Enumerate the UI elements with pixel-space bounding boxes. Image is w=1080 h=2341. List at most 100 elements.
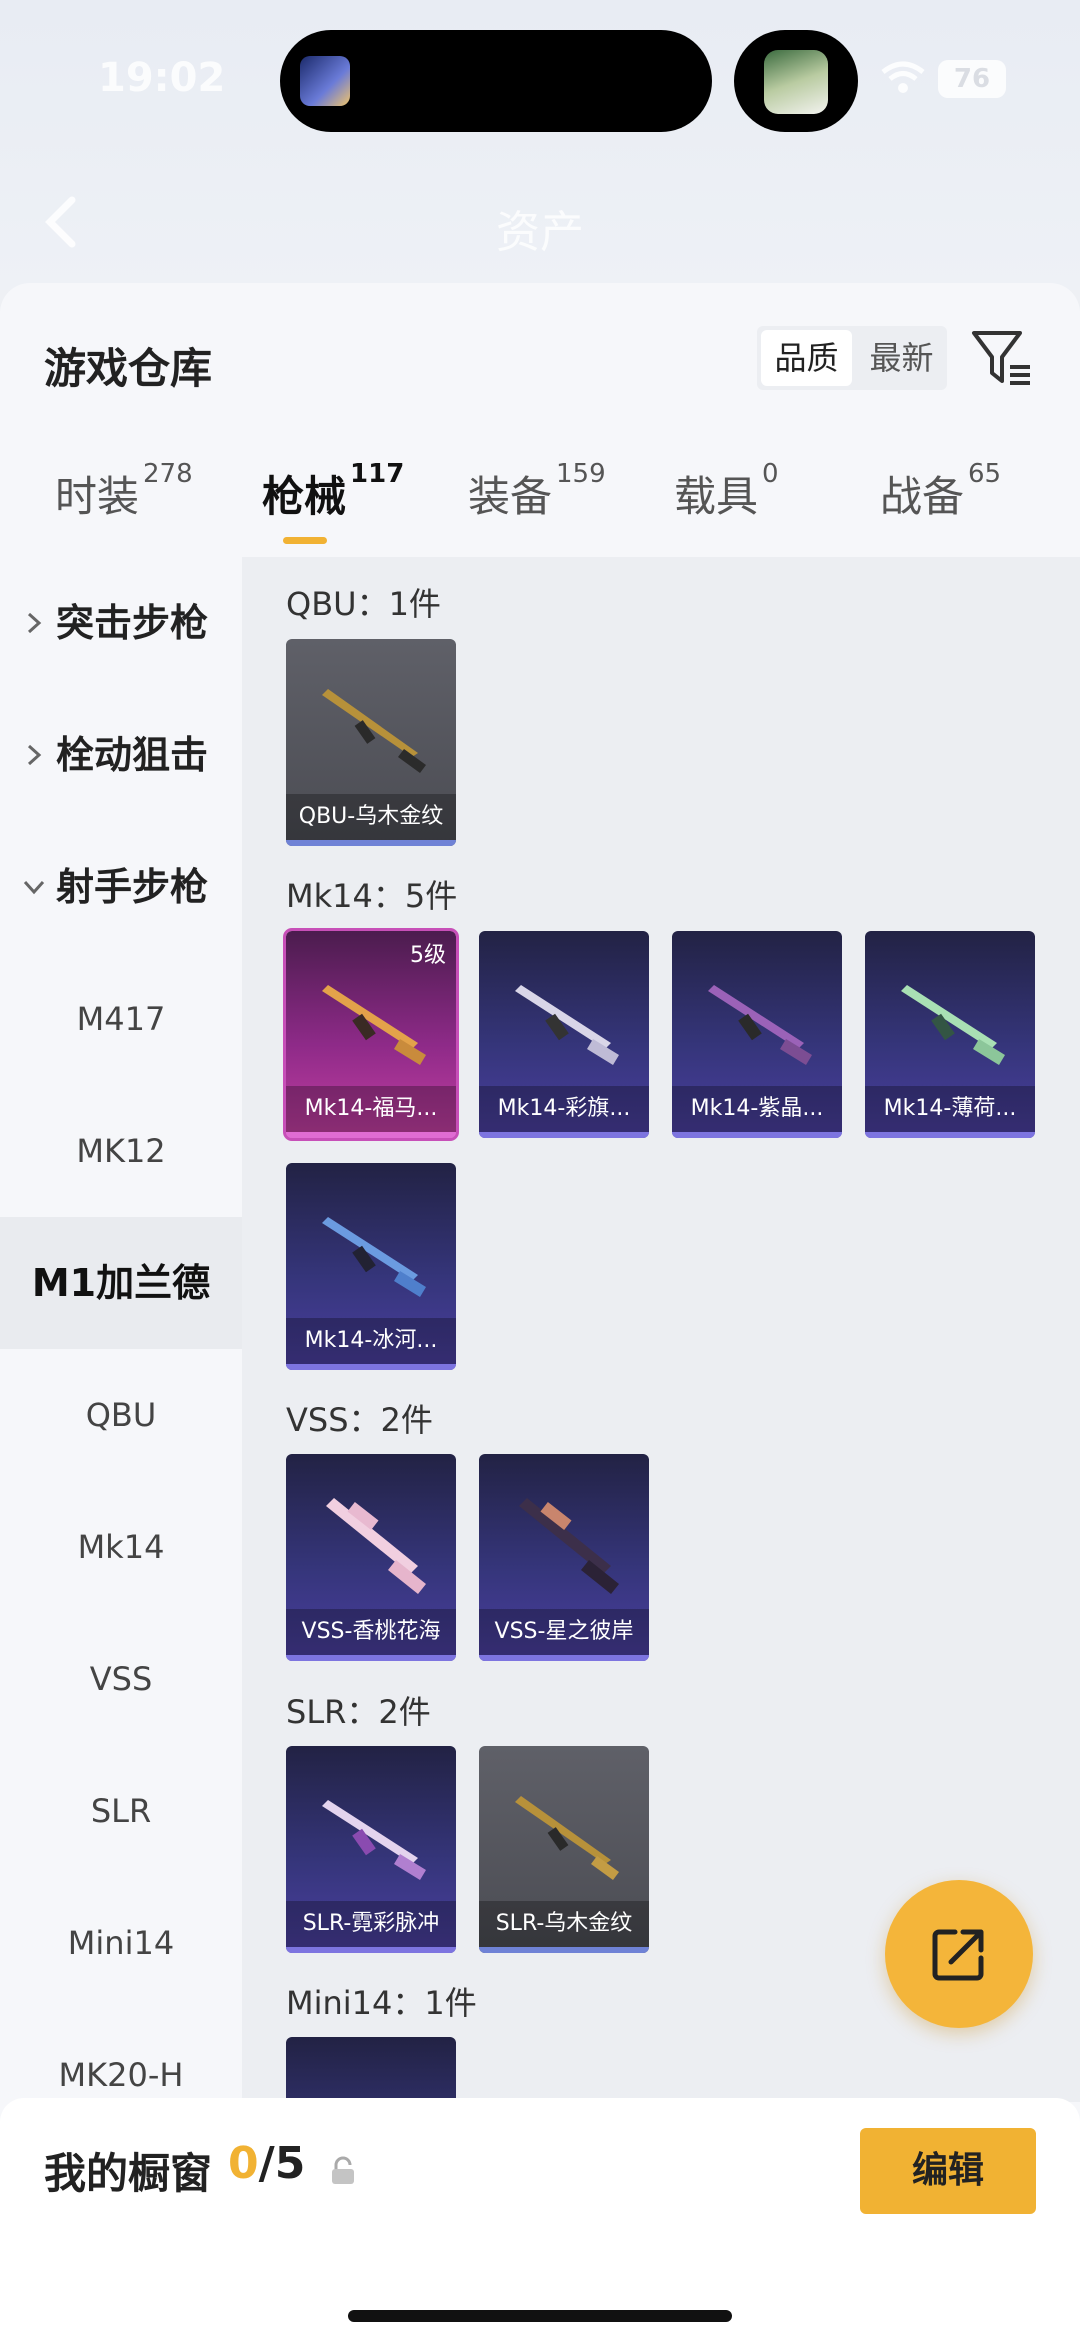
tab-count: 117	[350, 459, 405, 489]
tab-count: 159	[556, 459, 606, 489]
rarity-bar	[286, 840, 456, 846]
tab-label: 时装	[55, 472, 140, 521]
sidebar-item-m417[interactable]: M417	[0, 953, 242, 1085]
rarity-bar	[479, 1655, 649, 1661]
sidebar-category-label: 射手步枪	[56, 865, 209, 909]
tab-label: 装备	[468, 472, 553, 521]
rifle-icon	[322, 1217, 426, 1297]
weapon-card[interactable]: VSS-香桃花海	[286, 1454, 456, 1661]
sort-option-newest[interactable]: 最新	[856, 326, 947, 390]
rifle-icon	[519, 1498, 619, 1594]
group-title-slr: SLR：2件	[286, 1693, 431, 1731]
weapon-card-name: VSS-香桃花海	[286, 1609, 456, 1655]
weapon-card-name: Mk14-薄荷...	[865, 1086, 1035, 1132]
tab-count: 278	[143, 459, 193, 489]
rifle-icon	[322, 689, 426, 773]
sidebar-item-mini14[interactable]: Mini14	[0, 1877, 242, 2009]
weapon-card[interactable]: Mk14-紫晶...	[672, 931, 842, 1138]
island-app-icon	[300, 56, 350, 106]
category-tabs: 时装 278 枪械 117 装备 159 载具 0 战备 65	[0, 459, 1080, 553]
rifle-icon	[708, 985, 812, 1065]
home-indicator	[348, 2310, 732, 2322]
tab-equipment[interactable]: 装备 159	[468, 459, 606, 524]
showcase-label: 我的橱窗	[44, 2149, 213, 2198]
weapon-grid: QBU：1件 QBU-乌木金纹 Mk14：5件 5级 Mk14-福马... Mk…	[242, 557, 1080, 2102]
rarity-bar	[672, 1132, 842, 1138]
weapon-card[interactable]: Mk14-冰河...	[286, 1163, 456, 1370]
sidebar-category-label: 栓动狙击	[56, 733, 209, 777]
tab-firearms[interactable]: 枪械 117	[262, 459, 404, 524]
rarity-bar	[286, 1364, 456, 1370]
rifle-icon	[326, 1498, 426, 1594]
sort-option-quality[interactable]: 品质	[761, 330, 852, 386]
rifle-icon	[515, 985, 619, 1065]
sort-toggle: 品质 最新	[757, 326, 947, 390]
rarity-bar	[479, 1947, 649, 1953]
rarity-bar	[286, 1132, 456, 1138]
weapon-sidebar: 突击步枪 栓动狙击 射手步枪 M417 MK12 M1加兰德 QBU Mk14 …	[0, 557, 242, 2102]
battery-indicator: 76	[938, 60, 1006, 98]
weapon-card[interactable]: Mk14-彩旗...	[479, 931, 649, 1138]
wifi-icon	[881, 61, 925, 93]
weapon-card-name: SLR-霓彩脉冲	[286, 1901, 456, 1947]
weapon-card-name: QBU-乌木金纹	[286, 794, 456, 840]
group-title-mini14: Mini14：1件	[286, 1984, 477, 2022]
share-icon	[932, 1929, 984, 1981]
sidebar-item-slr[interactable]: SLR	[0, 1745, 242, 1877]
group-title-qbu: QBU：1件	[286, 585, 441, 623]
tab-count: 65	[968, 459, 1002, 489]
weapon-card[interactable]: 5级 Mk14-福马...	[283, 928, 459, 1141]
weapon-card[interactable]: SLR-乌木金纹	[479, 1746, 649, 1953]
sidebar-item-vss[interactable]: VSS	[0, 1613, 242, 1745]
app-screen: 19:02 76 资产 游戏仓库 品质 最新 时装 278 枪械 117 装备 159…	[0, 0, 1080, 2341]
tab-label: 战备	[880, 472, 965, 521]
sidebar-category-dmr[interactable]: 射手步枪	[0, 821, 242, 953]
rarity-bar	[479, 1132, 649, 1138]
rarity-bar	[865, 1132, 1035, 1138]
showcase-current: 0	[228, 2138, 259, 2189]
showcase-total: /5	[258, 2138, 306, 2189]
rarity-bar	[286, 1655, 456, 1661]
weapon-card-name: SLR-乌木金纹	[479, 1901, 649, 1947]
sidebar-item-m1-garand[interactable]: M1加兰德	[0, 1217, 242, 1349]
lock-icon	[332, 2156, 354, 2184]
rarity-bar	[286, 1947, 456, 1953]
weapon-card[interactable]: SLR-霓彩脉冲	[286, 1746, 456, 1953]
tab-label: 载具	[674, 472, 759, 521]
chevron-right-icon	[27, 744, 42, 766]
nav-title: 资产	[496, 207, 584, 258]
active-tab-indicator	[283, 537, 327, 544]
page-title: 游戏仓库	[44, 344, 213, 393]
rifle-icon	[322, 1800, 426, 1880]
share-button[interactable]	[885, 1880, 1033, 2028]
edit-button[interactable]: 编辑	[860, 2128, 1036, 2214]
sidebar-item-mk12[interactable]: MK12	[0, 1085, 242, 1217]
weapon-card[interactable]	[286, 2037, 456, 2102]
sidebar-item-qbu[interactable]: QBU	[0, 1349, 242, 1481]
live-activity-avatar-icon	[764, 50, 828, 114]
sidebar-category-bolt-snipers[interactable]: 栓动狙击	[0, 689, 242, 821]
sidebar-category-assault-rifles[interactable]: 突击步枪	[0, 557, 242, 689]
rifle-icon	[322, 985, 426, 1065]
sidebar-category-label: 突击步枪	[56, 601, 209, 645]
tab-outfits[interactable]: 时装 278	[55, 459, 193, 524]
weapon-card[interactable]: Mk14-薄荷...	[865, 931, 1035, 1138]
weapon-card[interactable]: QBU-乌木金纹	[286, 639, 456, 846]
filter-icon[interactable]	[970, 327, 1032, 389]
rifle-icon	[901, 985, 1005, 1065]
weapon-card-name: Mk14-福马...	[286, 1086, 456, 1132]
tab-supplies[interactable]: 战备 65	[880, 459, 1001, 524]
showcase-count: 0/5	[228, 2138, 305, 2189]
sidebar-item-mk14[interactable]: Mk14	[0, 1481, 242, 1613]
weapon-card[interactable]: VSS-星之彼岸	[479, 1454, 649, 1661]
group-title-vss: VSS：2件	[286, 1401, 433, 1439]
tab-label: 枪械	[262, 472, 347, 521]
group-title-mk14: Mk14：5件	[286, 877, 458, 915]
tab-count: 0	[762, 459, 779, 489]
showcase-bar: 我的橱窗 0/5 编辑	[0, 2098, 1080, 2341]
rifle-icon	[515, 1796, 619, 1880]
chevron-down-icon	[23, 880, 45, 895]
chevron-right-icon	[27, 612, 42, 634]
tab-vehicles[interactable]: 载具 0	[674, 459, 779, 524]
weapon-card-name: Mk14-紫晶...	[672, 1086, 842, 1132]
